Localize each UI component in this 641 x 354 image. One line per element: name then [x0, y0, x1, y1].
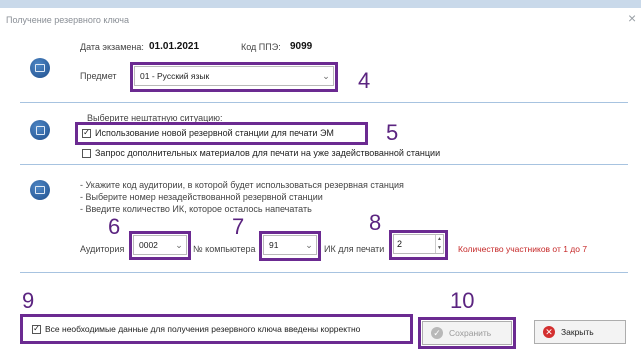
save-button[interactable]: ✓ Сохранить — [422, 321, 512, 345]
annotation-number-10: 10 — [450, 288, 475, 313]
chevron-down-icon: ⌄ — [175, 239, 183, 250]
subject-label: Предмет — [80, 71, 117, 81]
ik-count-value: 2 — [397, 239, 403, 249]
window-title: Получение резервного ключа — [6, 15, 129, 25]
section-divider — [20, 164, 628, 165]
close-window-button[interactable]: × — [628, 11, 636, 25]
annotation-number-7: 7 — [232, 214, 245, 239]
option-new-station-label: Использование новой резервной станции дл… — [95, 128, 334, 138]
annotation-number-9: 9 — [22, 288, 35, 313]
calendar-icon — [30, 58, 50, 78]
annotation-number-8: 8 — [369, 210, 382, 235]
option-new-station-checkbox[interactable]: ✓ — [82, 128, 91, 138]
stepper-buttons[interactable]: ▲ ▼ — [435, 235, 443, 253]
computer-label: № компьютера — [193, 244, 256, 254]
annotation-number-4: 4 — [358, 68, 371, 93]
auditorium-label: Аудитория — [80, 244, 125, 254]
section-divider — [20, 102, 628, 103]
instruction-line-1: - Укажите код аудитории, в которой будет… — [80, 180, 404, 190]
option-additional-materials-label: Запрос дополнительных материалов для печ… — [95, 148, 441, 158]
instruction-line-2: - Выберите номер незадействованной резер… — [80, 192, 323, 202]
instruction-line-3: - Введите количество ИК, которое осталос… — [80, 204, 312, 214]
close-button[interactable]: ✕ Закрыть — [534, 320, 626, 344]
computer-dropdown[interactable]: 91 ⌄ — [263, 235, 317, 255]
ppe-code-label: Код ППЭ: — [241, 42, 281, 52]
computer-dropdown-value: 91 — [269, 240, 279, 250]
confirm-data-label: Все необходимые данные для получения рез… — [45, 324, 361, 334]
annotation-number-5: 5 — [386, 120, 399, 145]
auditorium-dropdown[interactable]: 0002 ⌄ — [133, 235, 187, 255]
chevron-down-icon: ⌄ — [322, 70, 330, 81]
auditorium-dropdown-value: 0002 — [139, 240, 158, 250]
copy-icon — [30, 120, 50, 140]
subject-dropdown-value: 01 - Русский язык — [140, 71, 210, 81]
annotation-number-6: 6 — [108, 214, 121, 239]
chevron-down-icon: ⌄ — [305, 239, 313, 250]
close-button-label: Закрыть — [561, 327, 594, 337]
subject-dropdown[interactable]: 01 - Русский язык ⌄ — [134, 66, 334, 86]
monitor-icon — [30, 180, 50, 200]
confirm-data-checkbox[interactable]: ✓ — [32, 324, 41, 334]
option-additional-materials-checkbox[interactable] — [82, 148, 91, 158]
section-divider — [20, 272, 628, 273]
confirm-data-checkbox-row[interactable]: ✓ Все необходимые данные для получения р… — [32, 324, 360, 334]
window-top-strip — [0, 0, 641, 8]
ppe-code-value: 9099 — [290, 41, 313, 52]
exam-date-label: Дата экзамена: — [80, 42, 144, 52]
option-new-station[interactable]: ✓ Использование новой резервной станции … — [82, 128, 334, 138]
save-button-label: Сохранить — [449, 328, 492, 338]
ik-count-stepper[interactable]: 2 ▲ ▼ — [393, 234, 444, 254]
check-circle-icon: ✓ — [431, 327, 443, 339]
ik-label: ИК для печати — [324, 244, 385, 254]
exam-date-value: 01.01.2021 — [149, 41, 200, 52]
close-circle-icon: ✕ — [543, 326, 555, 338]
participant-range-hint: Количество участников от 1 до 7 — [458, 244, 588, 254]
option-additional-materials[interactable]: Запрос дополнительных материалов для печ… — [82, 148, 440, 158]
